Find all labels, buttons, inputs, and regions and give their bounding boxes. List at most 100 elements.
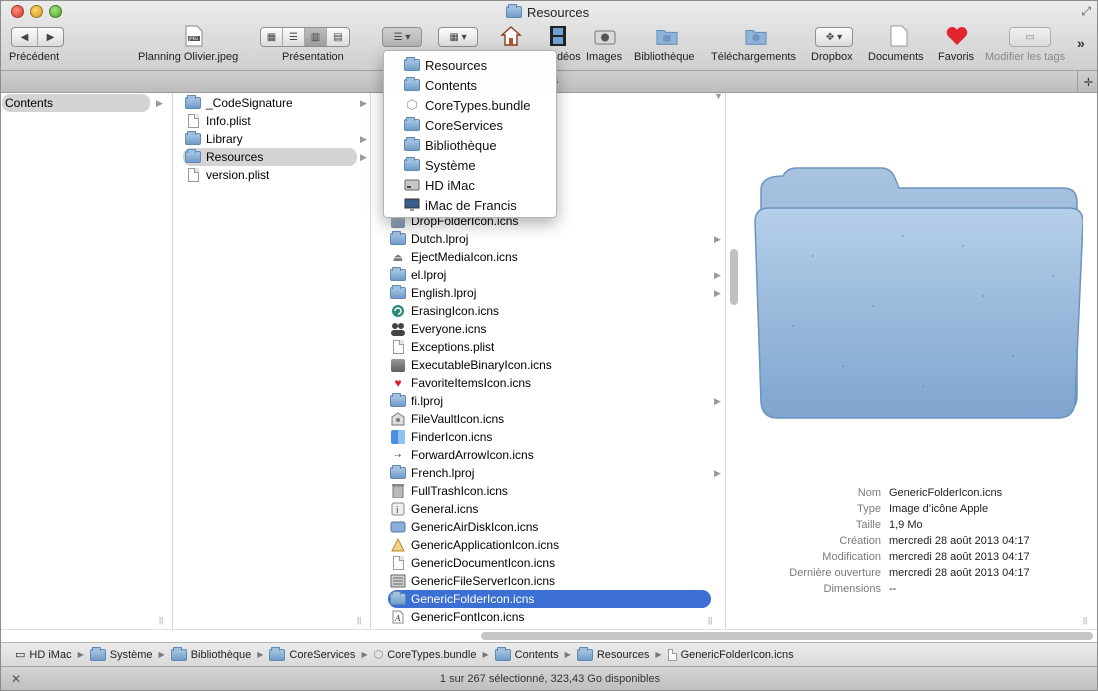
column-resize-handle[interactable]: || [357,616,361,625]
path-segment[interactable]: Bibliothèque [170,646,251,661]
meta-value: GenericFolderIcon.icns [889,487,1003,499]
menu-item[interactable]: Bibliothèque [384,135,556,155]
list-item[interactable]: French.lproj [390,464,474,482]
path-separator-icon: ▶ [564,650,571,659]
list-item[interactable]: FinderIcon.icns [390,428,492,446]
list-item[interactable]: ExecutableBinaryIcon.icns [390,356,552,374]
menu-item[interactable]: CoreServices [384,115,556,135]
list-item[interactable]: el.lproj [390,266,446,284]
trash-icon [390,483,406,499]
heart-icon[interactable] [946,25,968,47]
list-item[interactable]: ♥ FavoriteItemsIcon.icns [390,374,531,392]
list-item[interactable]: ⇢ ForwardArrowIcon.icns [390,446,534,464]
list-item[interactable]: GenericFileServerIcon.icns [390,572,555,590]
list-item[interactable]: _CodeSignature [185,94,293,112]
path-segment[interactable]: CoreServices [269,646,355,661]
list-item[interactable]: FullTrashIcon.icns [390,482,508,500]
list-item[interactable]: Library [185,130,243,148]
scroll-thumb[interactable] [481,632,1093,640]
camera-icon[interactable] [594,25,616,47]
document-icon[interactable] [888,25,910,47]
list-item[interactable]: Info.plist [185,112,251,130]
path-segment[interactable]: GenericFolderIcon.icns [667,648,794,661]
heart-icon: ♥ [394,376,402,390]
path-label: Resources [596,648,650,661]
menu-item[interactable]: Système [384,155,556,175]
path-segment[interactable]: ▭ HD iMac [15,648,72,662]
menu-item[interactable]: Contents [384,75,556,95]
jpeg-file-icon[interactable]: JPEG [183,25,205,47]
library-folder-icon[interactable] [656,25,678,47]
menu-item-label: HD iMac [425,177,475,193]
list-item[interactable]: ErasingIcon.icns [390,302,499,320]
places-label-1[interactable]: Images [586,51,622,63]
item-label: version.plist [206,168,270,182]
places-label-2[interactable]: Bibliothèque [634,51,695,63]
list-item[interactable]: GenericDocumentIcon.icns [390,554,555,572]
menu-item[interactable]: ⬡ CoreTypes.bundle [384,95,556,115]
places-label-6[interactable]: Favoris [938,51,974,63]
column-view-icon[interactable]: ▥ [305,28,327,46]
folder-icon [506,4,522,18]
hard-disk-icon: ▭ [15,649,26,661]
list-item[interactable]: GenericApplicationIcon.icns [390,536,559,554]
arrange-button[interactable]: ▦ ▾ [438,27,478,47]
coverflow-view-icon[interactable]: ▤ [327,28,349,46]
add-tab-button[interactable]: ✛ [1077,71,1097,93]
meta-row-dimensions: Dimensions -- [741,583,1097,599]
list-view-icon[interactable]: ☰ [283,28,305,46]
path-label: GenericFolderIcon.icns [680,648,794,661]
vertical-scrollbar[interactable] [730,249,738,305]
fullscreen-icon[interactable]: ⤢ [1081,4,1091,19]
file-shortcut-label[interactable]: Planning Olivier.jpeg [138,51,238,63]
path-segment[interactable]: ⬡ CoreTypes.bundle [374,648,477,662]
places-label-3[interactable]: Téléchargements [711,51,796,63]
forward-button[interactable]: ▶ [38,28,63,46]
menu-item[interactable]: Resources [384,55,556,75]
column-resize-handle[interactable]: || [159,616,163,625]
column-2: _CodeSignature ▶ Info.plist Library ▶ Re… [179,93,371,629]
list-item[interactable]: ⏏ EjectMediaIcon.icns [390,248,518,266]
finder-icon [390,429,406,445]
list-item[interactable]: FileVaultIcon.icns [390,410,504,428]
list-item[interactable]: Everyone.icns [390,320,486,338]
menu-item[interactable]: HD iMac [384,175,556,195]
list-item[interactable]: Resources [183,148,357,166]
column-resize-handle[interactable]: || [1083,616,1087,625]
column-resize-handle[interactable]: || [708,616,712,625]
list-item[interactable]: GenericFolderIcon.icns [388,590,711,608]
item-label: English.lproj [411,286,477,300]
toolbar-overflow-button[interactable]: » [1077,35,1085,51]
path-segment[interactable]: Système [89,646,153,661]
list-item[interactable]: i General.icns [390,500,478,518]
back-button[interactable]: ◀ [12,28,38,46]
places-label-5[interactable]: Documents [868,51,924,63]
menu-item[interactable]: iMac de Francis [384,195,556,215]
zoom-window-button[interactable] [49,5,62,18]
places-label-4[interactable]: Dropbox [811,51,853,63]
path-segment[interactable]: Contents [494,646,559,661]
list-item[interactable]: GenericAirDiskIcon.icns [390,518,538,536]
downloads-folder-icon[interactable] [745,25,767,47]
close-window-button[interactable] [11,5,24,18]
path-segment[interactable]: Resources [576,646,650,661]
dropbox-icon[interactable]: ✥ ▾ [815,27,853,47]
list-item[interactable]: Dutch.lproj [390,230,468,248]
places-label-7[interactable]: Modifier les tags [985,51,1065,63]
list-item[interactable]: version.plist [185,166,269,184]
horizontal-scrollbar[interactable] [1,629,1097,642]
list-item[interactable]: Exceptions.plist [390,338,494,356]
film-icon[interactable] [547,25,569,47]
list-item[interactable]: English.lproj [390,284,476,302]
icon-view-icon[interactable]: ▦ [261,28,283,46]
list-item[interactable]: A GenericFontIcon.icns [390,608,524,626]
minimize-window-button[interactable] [30,5,43,18]
tag-toggle-icon[interactable]: ▭ [1009,27,1051,47]
list-item[interactable]: Contents [2,94,150,112]
list-item[interactable]: fi.lproj [390,392,443,410]
path-popup-button[interactable]: ☰ ▾ [382,27,422,47]
home-icon[interactable] [500,25,522,47]
item-label: Dutch.lproj [411,232,469,246]
meta-row-type: Type Image d’icône Apple [741,503,1097,519]
system-folder-icon [89,646,106,661]
